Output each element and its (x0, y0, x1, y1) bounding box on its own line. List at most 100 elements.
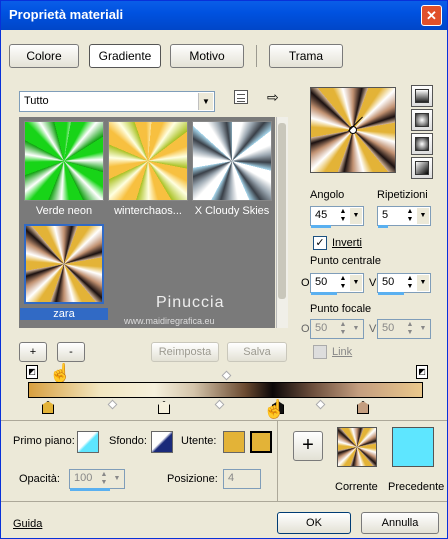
foreground-swatch[interactable] (77, 431, 99, 453)
add-button[interactable]: + (19, 342, 47, 362)
remove-button[interactable]: - (57, 342, 85, 362)
arrow-right-icon[interactable]: ⇨ (267, 89, 279, 106)
add-swatch-button[interactable]: + (293, 431, 323, 461)
tab-colore[interactable]: Colore (9, 44, 79, 68)
divider (1, 420, 447, 421)
focal-v-value: 50 (382, 322, 395, 334)
materials-dialog: Proprietà materiali ✕ Colore Gradiente M… (0, 0, 448, 539)
position-label: Posizione: (167, 473, 218, 485)
center-o-value: 50 (315, 276, 328, 288)
category-dropdown[interactable]: Tutto ▼ (19, 91, 215, 112)
background-swatch[interactable] (151, 431, 173, 453)
spin-arrows-icon[interactable]: ▲ ▼ (404, 208, 416, 224)
opacity-label: Opacità: (19, 473, 60, 485)
center-o-label: O (301, 277, 310, 289)
user-swatch-selected[interactable] (250, 431, 272, 453)
tab-gradiente[interactable]: Gradiente (89, 44, 161, 68)
center-o-input[interactable]: 50 ▲ ▼ ▼ (310, 273, 364, 295)
focal-o-label: O (301, 323, 310, 335)
linear-style-button[interactable] (411, 85, 433, 107)
chevron-down-icon[interactable]: ▼ (417, 321, 429, 337)
position-input[interactable]: 4 (223, 469, 261, 489)
rectangular-style-button[interactable] (411, 109, 433, 131)
center-v-label: V (369, 277, 377, 289)
color-stop[interactable] (42, 401, 54, 414)
chevron-down-icon[interactable]: ▼ (350, 321, 362, 337)
spin-arrows-icon[interactable]: ▲ ▼ (404, 275, 416, 291)
focal-o-value: 50 (315, 322, 328, 334)
midpoint-marker[interactable] (221, 370, 232, 381)
window-title: Proprietà materiali (9, 7, 124, 22)
thumb-caption: zara (20, 308, 108, 320)
sunburst-style-button[interactable] (411, 133, 433, 155)
tab-motivo[interactable]: Motivo (170, 44, 244, 68)
chevron-down-icon[interactable]: ▼ (417, 275, 429, 291)
previous-swatch[interactable] (392, 427, 434, 467)
link-checkbox[interactable] (313, 345, 327, 359)
repeat-input[interactable]: 5 ▲ ▼ ▼ (377, 206, 431, 228)
ok-button[interactable]: OK (277, 512, 351, 534)
spin-arrows-icon[interactable]: ▲ ▼ (404, 321, 416, 337)
spin-arrows-icon[interactable]: ▲ ▼ (98, 471, 110, 487)
user-swatch[interactable] (223, 431, 245, 453)
watermark-name: Pinuccia (156, 294, 225, 311)
gradient-preview[interactable] (310, 87, 396, 173)
background-label: Sfondo: (109, 435, 147, 447)
focal-o-input[interactable]: 50 ▲ ▼ ▼ (310, 319, 364, 339)
gradient-bar[interactable] (28, 382, 423, 398)
divider (277, 421, 278, 501)
link-label: Link (332, 346, 353, 358)
current-label: Corrente (335, 481, 378, 493)
foreground-stop-icon[interactable]: ◩ (416, 365, 428, 379)
focal-v-label: V (369, 323, 377, 335)
scrollbar-thumb[interactable] (278, 123, 286, 299)
spin-arrows-icon[interactable]: ▲ ▼ (337, 208, 349, 224)
opacity-value: 100 (74, 472, 93, 484)
invert-checkbox[interactable]: ✓ (313, 236, 327, 250)
chevron-down-icon[interactable]: ▼ (111, 471, 123, 487)
thumb-cloudy-skies[interactable]: X Cloudy Skies (192, 121, 272, 217)
previous-label: Precedente (388, 481, 445, 493)
pointer-hand-icon: ☝ (263, 399, 286, 419)
focal-v-input[interactable]: 50 ▲ ▼ ▼ (377, 319, 431, 339)
current-swatch[interactable] (337, 427, 377, 467)
repeat-value: 5 (382, 209, 389, 221)
chevron-down-icon[interactable]: ▼ (350, 275, 362, 291)
spin-arrows-icon[interactable]: ▲ ▼ (337, 321, 349, 337)
foreground-stop-icon[interactable]: ◩ (26, 365, 38, 379)
thumb-winterchaos[interactable]: winterchaos... (108, 121, 188, 217)
midpoint-marker[interactable] (107, 399, 118, 410)
reset-button[interactable]: Reimposta (151, 342, 219, 362)
repeat-label: Ripetizioni (377, 189, 428, 201)
thumb-verde-neon[interactable]: Verde neon (24, 121, 104, 217)
library-scrollbar[interactable] (276, 117, 288, 328)
position-value: 4 (228, 472, 235, 484)
thumb-caption: Verde neon (35, 205, 93, 217)
midpoint-marker[interactable] (214, 399, 225, 410)
center-v-value: 50 (382, 276, 395, 288)
focal-label: Punto focale (310, 303, 372, 315)
category-value: Tutto (24, 95, 49, 107)
chevron-down-icon[interactable]: ▼ (417, 208, 429, 224)
save-button[interactable]: Salva (227, 342, 287, 362)
opacity-input[interactable]: 100 ▲ ▼ ▼ (69, 469, 125, 491)
pointer-hand-icon: ☝ (49, 363, 72, 383)
midpoint-marker[interactable] (315, 399, 326, 410)
tab-trama[interactable]: Trama (269, 44, 343, 68)
library-icon[interactable] (234, 90, 248, 104)
radial-style-button[interactable] (411, 157, 433, 179)
gradient-library: Verde neon winterchaos... X Cloudy Skies… (19, 117, 275, 328)
thumb-zara[interactable]: zara (20, 224, 108, 320)
cancel-button[interactable]: Annulla (361, 512, 439, 534)
color-stop[interactable] (158, 401, 170, 414)
chevron-down-icon[interactable]: ▼ (350, 208, 362, 224)
color-stop[interactable] (357, 401, 369, 414)
center-label: Punto centrale (310, 255, 381, 267)
invert-label: Inverti (332, 237, 362, 249)
center-v-input[interactable]: 50 ▲ ▼ ▼ (377, 273, 431, 295)
foreground-label: Primo piano: (13, 435, 75, 447)
help-link[interactable]: Guida (13, 518, 42, 530)
close-button[interactable]: ✕ (421, 5, 442, 26)
spin-arrows-icon[interactable]: ▲ ▼ (337, 275, 349, 291)
angle-input[interactable]: 45 ▲ ▼ ▼ (310, 206, 364, 228)
